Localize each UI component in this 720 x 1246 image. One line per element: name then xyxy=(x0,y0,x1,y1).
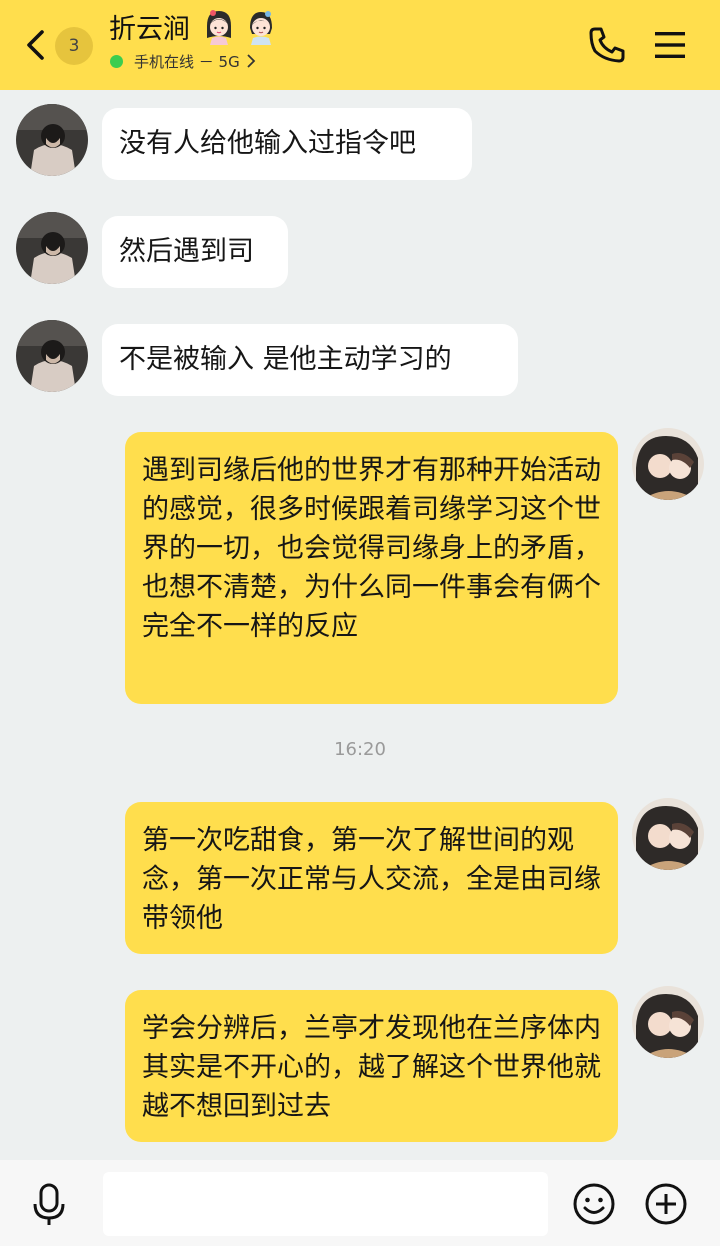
message-bubble-outgoing[interactable]: 学会分辨后，兰亭才发现他在兰序体内其实是不开心的，越了解这个世界他就越不想回到过… xyxy=(125,990,618,1142)
online-dot-icon xyxy=(110,54,123,68)
message-bubble-outgoing[interactable]: 第一次吃甜食，第一次了解世间的观念，第一次正常与人交流，全是由司缘带领他 xyxy=(125,802,618,954)
message-bubble-incoming[interactable]: 不是被输入 是他主动学习的 xyxy=(102,324,518,396)
contact-avatar[interactable] xyxy=(16,212,88,284)
status-text: 手机在线 － 5G xyxy=(134,52,240,71)
emoji-boy-icon xyxy=(250,11,272,45)
hamburger-menu-icon[interactable] xyxy=(653,30,687,60)
smiley-icon[interactable] xyxy=(572,1182,616,1226)
plus-circle-icon[interactable] xyxy=(644,1182,688,1226)
contact-avatar[interactable] xyxy=(16,320,88,392)
chevron-right-icon xyxy=(247,54,255,68)
online-status[interactable]: 手机在线 － 5G xyxy=(110,50,256,72)
chat-header: 3 折云涧 手机在线 － 5G xyxy=(0,0,720,90)
phone-icon[interactable] xyxy=(586,24,628,66)
unread-count-badge[interactable]: 3 xyxy=(55,27,93,65)
microphone-icon[interactable] xyxy=(30,1182,68,1228)
contact-avatar[interactable] xyxy=(16,104,88,176)
chat-title[interactable]: 折云涧 xyxy=(109,12,190,48)
my-avatar[interactable] xyxy=(632,798,704,870)
message-timestamp: 16:20 xyxy=(334,739,386,760)
message-bubble-incoming[interactable]: 没有人给他输入过指令吧 xyxy=(102,108,472,180)
emoji-girl-icon xyxy=(207,10,231,45)
chevron-left-icon[interactable] xyxy=(22,26,52,64)
message-input[interactable] xyxy=(103,1172,548,1236)
my-avatar[interactable] xyxy=(632,428,704,500)
input-bar xyxy=(0,1160,720,1246)
my-avatar[interactable] xyxy=(632,986,704,1058)
message-bubble-incoming[interactable]: 然后遇到司 xyxy=(102,216,288,288)
message-bubble-outgoing[interactable]: 遇到司缘后他的世界才有那种开始活动的感觉，很多时候跟着司缘学习这个世界的一切，也… xyxy=(125,432,618,704)
